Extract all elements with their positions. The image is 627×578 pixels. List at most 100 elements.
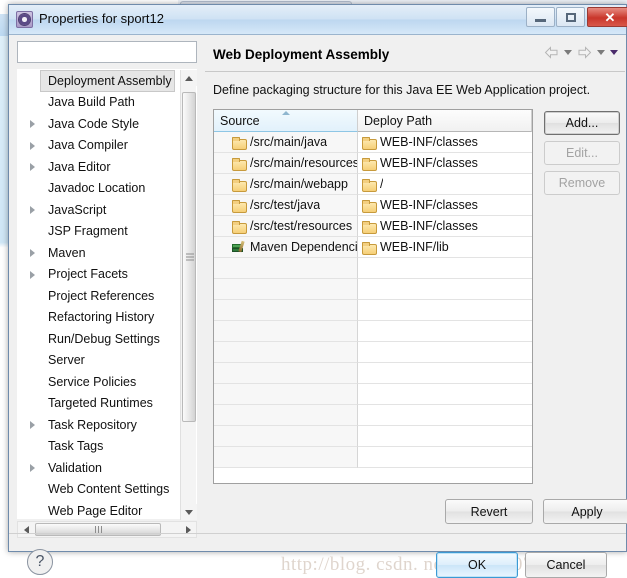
arrow-right-icon[interactable] [577,46,592,59]
sidebar-item-maven[interactable]: Maven [18,243,182,265]
table-row-empty[interactable] [214,321,532,342]
table-row-empty[interactable] [214,426,532,447]
cell-deploy-path [358,384,532,405]
sidebar-item-label: JavaScript [48,202,107,217]
tree-hscrollbar-thumb[interactable] [35,523,161,536]
cell-source[interactable]: Maven Dependencies [214,237,358,258]
table-row-empty[interactable] [214,342,532,363]
forward-history-chevron-down-icon[interactable] [597,50,605,55]
table-row-empty[interactable] [214,405,532,426]
table-row[interactable]: /src/main/resources WEB-INF/classes [214,153,532,174]
cell-source[interactable]: /src/test/java [214,195,358,216]
sidebar-item-project-references[interactable]: Project References [18,286,182,308]
table-row-empty[interactable] [214,258,532,279]
expand-triangle-icon[interactable] [30,270,35,279]
sidebar-item-java-compiler[interactable]: Java Compiler [18,135,182,157]
sidebar-item-label: Refactoring History [48,310,155,324]
tree-horizontal-scrollbar[interactable] [17,521,197,538]
back-history-chevron-down-icon[interactable] [564,50,572,55]
add-button[interactable]: Add... [544,111,620,135]
cell-deploy-path[interactable]: WEB-INF/lib [358,237,532,258]
cell-source[interactable]: /src/test/resources [214,216,358,237]
table-row-empty[interactable] [214,447,532,468]
column-header-source[interactable]: Source [214,110,358,132]
sidebar-item-web-page-editor[interactable]: Web Page Editor [18,501,182,521]
scroll-down-button[interactable] [181,504,197,520]
table-row[interactable]: Maven Dependencies WEB-INF/lib [214,237,532,258]
triangle-down-icon [185,509,193,515]
expand-triangle-icon[interactable] [30,249,35,258]
expand-triangle-icon[interactable] [30,421,35,430]
table-row[interactable]: /src/main/webapp / [214,174,532,195]
cell-deploy-path[interactable]: WEB-INF/classes [358,153,532,174]
sidebar-item-javadoc-location[interactable]: Javadoc Location [18,178,182,200]
table-row-empty[interactable] [214,300,532,321]
deployment-assembly-table[interactable]: Source Deploy Path /src/main/java WEB-INF… [213,109,533,484]
tree-vertical-scrollbar[interactable] [180,70,197,520]
expand-triangle-icon[interactable] [30,464,35,473]
table-row[interactable]: /src/test/java WEB-INF/classes [214,195,532,216]
remove-button[interactable]: Remove [544,171,620,195]
cell-source[interactable]: /src/main/webapp [214,174,358,195]
table-row[interactable]: /src/test/resources WEB-INF/classes [214,216,532,237]
cell-deploy-path[interactable]: WEB-INF/classes [358,216,532,237]
sidebar-item-deployment-assembly[interactable]: Deployment Assembly [40,70,175,92]
sidebar-item-web-content-settings[interactable]: Web Content Settings [18,479,182,501]
folder-icon [232,199,247,213]
sidebar-item-run-debug-settings[interactable]: Run/Debug Settings [18,329,182,351]
maximize-button[interactable] [556,7,585,27]
cell-deploy-path[interactable]: / [358,174,532,195]
expand-triangle-icon[interactable] [30,120,35,129]
sidebar-item-label: Targeted Runtimes [48,396,153,410]
folder-icon [362,178,377,192]
column-header-deploy-path[interactable]: Deploy Path [358,110,532,132]
cell-deploy-path[interactable]: WEB-INF/classes [358,195,532,216]
settings-filter-box[interactable] [17,41,197,63]
table-row-empty[interactable] [214,363,532,384]
cell-deploy-path [358,321,532,342]
arrow-left-icon[interactable] [544,46,559,59]
scroll-right-button[interactable] [180,522,196,537]
table-row[interactable]: /src/main/java WEB-INF/classes [214,132,532,153]
folder-icon [232,136,247,150]
sidebar-item-java-code-style[interactable]: Java Code Style [18,114,182,136]
cancel-button[interactable]: Cancel [525,552,607,578]
sidebar-item-task-tags[interactable]: Task Tags [18,436,182,458]
scroll-left-button[interactable] [18,522,34,537]
cell-source-label: /src/test/java [250,197,321,212]
table-row-empty[interactable] [214,384,532,405]
sidebar-item-targeted-runtimes[interactable]: Targeted Runtimes [18,393,182,415]
minimize-button[interactable] [526,7,555,27]
table-row-empty[interactable] [214,279,532,300]
cell-source[interactable]: /src/main/java [214,132,358,153]
scroll-up-button[interactable] [181,70,197,86]
apply-button[interactable]: Apply [543,499,627,524]
sidebar-item-task-repository[interactable]: Task Repository [18,415,182,437]
sidebar-item-jsp-fragment[interactable]: JSP Fragment [18,221,182,243]
sidebar-item-validation[interactable]: Validation [18,458,182,480]
sidebar-item-server[interactable]: Server [18,350,182,372]
cell-deploy-path[interactable]: WEB-INF/classes [358,132,532,153]
sidebar-item-project-facets[interactable]: Project Facets [18,264,182,286]
cell-deploy-path-label: WEB-INF/classes [380,218,478,233]
view-menu-chevron-down-icon[interactable] [610,50,618,55]
sidebar-item-refactoring-history[interactable]: Refactoring History [18,307,182,329]
tree-scrollbar-thumb[interactable] [182,92,196,422]
expand-triangle-icon[interactable] [30,141,35,150]
settings-filter-input[interactable] [18,42,196,62]
maven-dependencies-icon [232,240,246,253]
help-button[interactable]: ? [27,549,53,575]
sidebar-item-javascript[interactable]: JavaScript [18,200,182,222]
cell-source [214,321,358,342]
expand-triangle-icon[interactable] [30,163,35,172]
close-button[interactable]: ✕ [587,7,627,27]
ok-button[interactable]: OK [436,552,518,578]
sidebar-item-service-policies[interactable]: Service Policies [18,372,182,394]
dialog-title-bar: Properties for sport12 ✕ [9,5,627,35]
edit-button[interactable]: Edit... [544,141,620,165]
cell-source[interactable]: /src/main/resources [214,153,358,174]
expand-triangle-icon[interactable] [30,206,35,215]
sidebar-item-java-editor[interactable]: Java Editor [18,157,182,179]
sidebar-item-java-build-path[interactable]: Java Build Path [18,92,182,114]
revert-button[interactable]: Revert [445,499,533,524]
